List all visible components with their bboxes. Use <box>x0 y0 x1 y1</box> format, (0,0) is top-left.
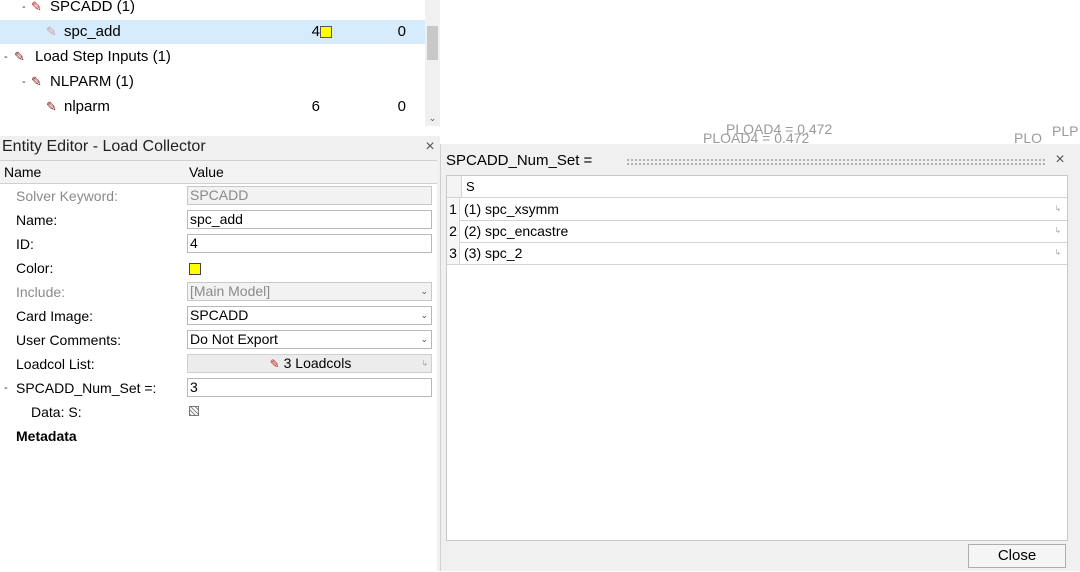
tree-row-nlparm[interactable]: ✎ nlparm 6 0 <box>0 95 425 119</box>
num-set-field[interactable]: 3 <box>187 378 432 397</box>
table-row[interactable]: 1 (1) spc_xsymm ↳ <box>447 198 1067 221</box>
user-comments-value: Do Not Export <box>190 331 278 347</box>
close-button[interactable]: Close <box>968 544 1066 568</box>
tree-scrollbar-thumb[interactable] <box>427 26 438 60</box>
corner-arrow-icon[interactable]: ↳ <box>1054 204 1061 213</box>
row-index: 2 <box>447 220 460 242</box>
table-cell[interactable]: (3) spc_2 <box>464 242 522 264</box>
property-loadcol-list: Loadcol List: ✎ 3 Loadcols ↳ <box>0 352 437 376</box>
table-header-row: S <box>447 176 1067 198</box>
property-card-image: Card Image: SPCADD ⌄ <box>0 304 437 328</box>
user-comments-select[interactable]: Do Not Export ⌄ <box>187 330 432 349</box>
viewport-label: PLO <box>1014 130 1043 146</box>
table-cell[interactable]: (2) spc_encastre <box>464 220 568 242</box>
property-label: Include: <box>16 284 66 300</box>
column-header-s[interactable]: S <box>466 176 475 197</box>
id-field[interactable]: 4 <box>187 234 432 253</box>
property-metadata: Metadata <box>0 424 437 448</box>
tree-scrollbar[interactable] <box>425 0 440 126</box>
load-step-inputs-icon: ✎ <box>14 49 25 64</box>
collapse-icon[interactable]: - <box>4 45 8 69</box>
property-data-s: Data: S: <box>0 400 437 424</box>
row-index: 1 <box>447 198 460 220</box>
chevron-down-icon: ⌄ <box>420 334 428 344</box>
close-icon[interactable]: × <box>1050 151 1070 169</box>
loadcol-list-button[interactable]: ✎ 3 Loadcols ↳ <box>187 354 432 373</box>
tree-label: NLPARM (1) <box>50 73 134 90</box>
corner-arrow-icon[interactable]: ↳ <box>1054 248 1061 257</box>
tree-row-spc-add[interactable]: ✎ spc_add 4 0 <box>0 20 425 44</box>
scroll-down-icon[interactable]: ⌄ <box>425 110 440 126</box>
color-swatch <box>320 26 332 38</box>
collapse-icon[interactable]: - <box>22 0 26 19</box>
tree-row-load-step-inputs[interactable]: - ✎ Load Step Inputs (1) <box>0 45 425 69</box>
load-collector-icon: ✎ <box>46 24 57 39</box>
column-header-name[interactable]: Name <box>4 161 41 183</box>
property-label: Solver Keyword: <box>16 188 118 204</box>
include-select: [Main Model] ⌄ <box>187 282 432 301</box>
viewport-label: PLP <box>1052 123 1079 139</box>
dialog-title: SPCADD_Num_Set = <box>446 152 593 169</box>
property-label: ID: <box>16 236 34 252</box>
property-color: Color: <box>0 256 437 280</box>
tree-label: Load Step Inputs (1) <box>35 48 171 65</box>
property-include: Include: [Main Model] ⌄ <box>0 280 437 304</box>
table-row[interactable]: 3 (3) spc_2 ↳ <box>447 242 1067 265</box>
load-collector-icon: ✎ <box>31 74 42 89</box>
load-collector-icon: ✎ <box>269 357 280 371</box>
chevron-down-icon: ⌄ <box>420 286 428 296</box>
loadcol-list-value: 3 Loadcols <box>283 355 352 371</box>
tree-value: 0 <box>397 98 406 115</box>
tree-id: 6 <box>311 98 320 115</box>
property-label: Name: <box>16 212 58 228</box>
property-solver-keyword: Solver Keyword: SPCADD <box>0 184 437 208</box>
name-field[interactable]: spc_add <box>187 210 432 229</box>
row-index: 3 <box>447 242 460 264</box>
color-swatch[interactable] <box>189 263 201 275</box>
tree-label: nlparm <box>64 98 110 115</box>
tree-row-nlparm-folder[interactable]: - ✎ NLPARM (1) <box>0 70 425 94</box>
tree-id: 4 <box>311 23 320 40</box>
property-label: Color: <box>16 260 54 276</box>
property-label: Data: S: <box>31 404 82 420</box>
collapse-icon[interactable]: - <box>4 376 8 400</box>
property-label: Metadata <box>16 428 77 444</box>
close-icon[interactable]: × <box>421 136 439 158</box>
property-label: Card Image: <box>16 308 94 324</box>
table-row[interactable]: 2 (2) spc_encastre ↳ <box>447 220 1067 243</box>
corner-arrow-icon[interactable]: ↳ <box>1054 226 1061 235</box>
include-value: [Main Model] <box>190 283 271 299</box>
chevron-down-icon: ⌄ <box>420 310 428 320</box>
tree-label: SPCADD (1) <box>50 0 136 15</box>
property-label: User Comments: <box>16 332 122 348</box>
collapse-icon[interactable]: - <box>22 70 26 94</box>
property-id: ID: 4 <box>0 232 437 256</box>
property-label: Loadcol List: <box>16 356 95 372</box>
solver-keyword-field: SPCADD <box>187 186 432 205</box>
drag-handle[interactable] <box>626 158 1046 166</box>
tree-row-spcadd[interactable]: - ✎ SPCADD (1) <box>0 0 425 19</box>
property-user-comments: User Comments: Do Not Export ⌄ <box>0 328 437 352</box>
corner-arrow-icon: ↳ <box>421 359 428 368</box>
entity-editor-title: Entity Editor - Load Collector <box>2 138 206 155</box>
table-corner <box>447 176 462 197</box>
property-grid-header: Name Value <box>0 161 437 184</box>
load-collector-icon: ✎ <box>31 0 42 14</box>
tree-value: 0 <box>397 23 406 40</box>
column-header-value[interactable]: Value <box>189 161 224 183</box>
viewport-label: PLOAD4 = 0.472 <box>703 130 810 146</box>
property-name: Name: spc_add <box>0 208 437 232</box>
property-num-set: - SPCADD_Num_Set =: 3 <box>0 376 437 400</box>
model-tree: - ✎ SPCADD (1) ✎ spc_add 4 0 - ✎ Load St… <box>0 0 440 126</box>
table-cell[interactable]: (1) spc_xsymm <box>464 198 559 220</box>
card-image-value: SPCADD <box>190 307 249 323</box>
table-editor-icon[interactable] <box>189 406 199 416</box>
property-label: SPCADD_Num_Set =: <box>16 380 157 396</box>
card-image-select[interactable]: SPCADD ⌄ <box>187 306 432 325</box>
tree-label: spc_add <box>64 23 121 40</box>
load-collector-icon: ✎ <box>46 99 57 114</box>
